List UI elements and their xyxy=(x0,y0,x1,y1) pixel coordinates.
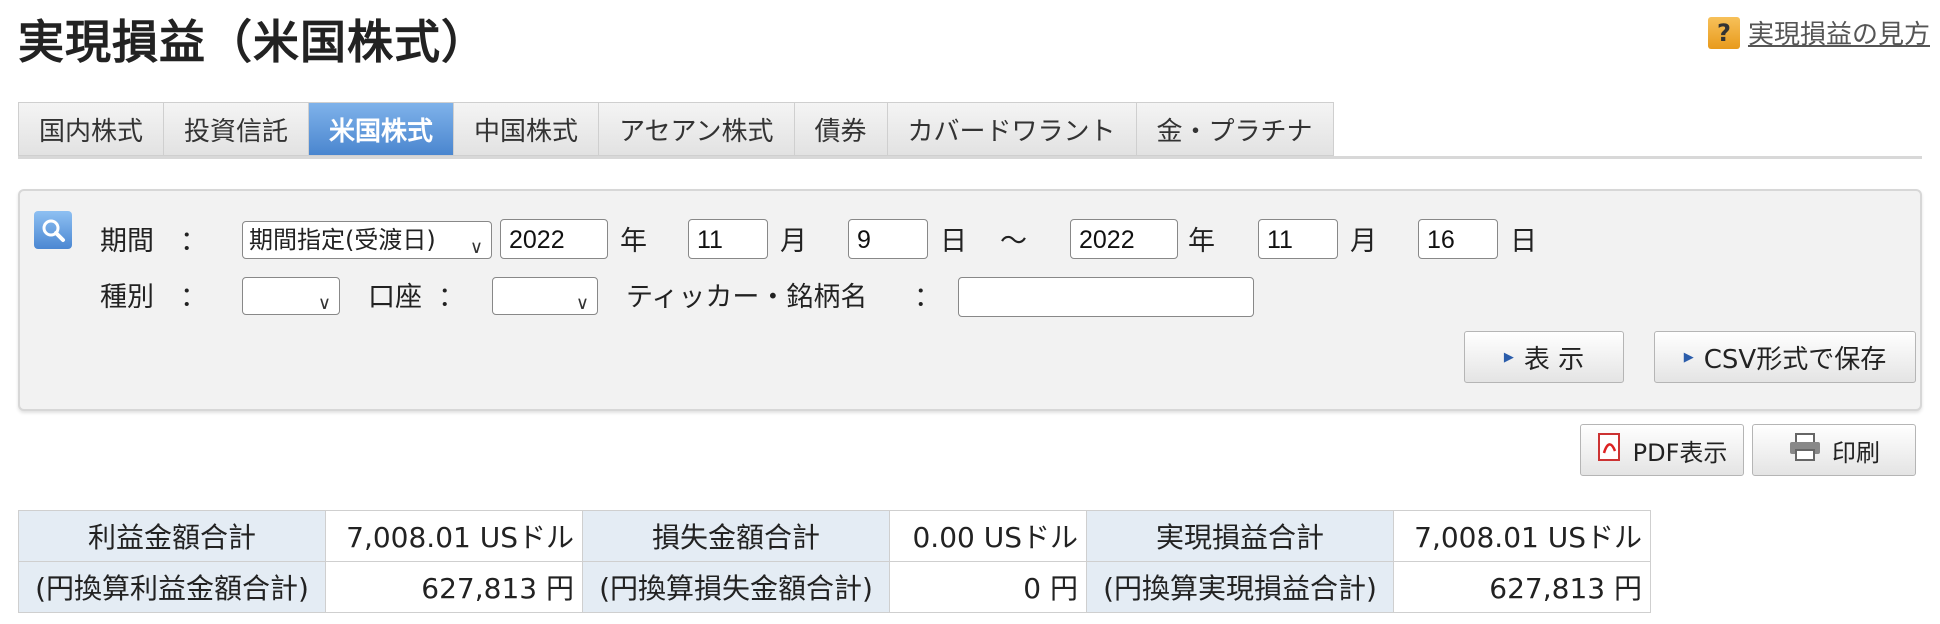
type-select[interactable]: ∨ xyxy=(242,277,340,315)
question-icon[interactable]: ? xyxy=(1707,16,1740,49)
realized-total-value: 7,008.01 USドル xyxy=(1393,510,1651,562)
loss-total-label: 損失金額合計 xyxy=(582,510,890,562)
type-label: 種別 xyxy=(100,282,154,313)
tab-gold-platinum[interactable]: 金・プラチナ xyxy=(1135,102,1334,156)
table-row: 利益金額合計 7,008.01 USドル 損失金額合計 0.00 USドル 実現… xyxy=(18,510,1651,562)
triangle-right-icon: ▶ xyxy=(1503,349,1514,365)
to-day-input[interactable]: 16 xyxy=(1418,219,1498,259)
tab-us-stock[interactable]: 米国株式 xyxy=(308,102,454,156)
to-month-input[interactable]: 11 xyxy=(1258,219,1338,259)
realized-yen-label: (円換算実現損益合計) xyxy=(1086,561,1394,613)
pdf-button[interactable]: PDF表示 xyxy=(1580,424,1744,476)
tab-domestic-stock[interactable]: 国内株式 xyxy=(18,102,164,156)
from-month-unit: 月 xyxy=(780,226,807,257)
help-link-group[interactable]: ? 実現損益の見方 xyxy=(1707,14,1930,51)
chevron-down-icon: ∨ xyxy=(317,293,331,314)
profit-total-label: 利益金額合計 xyxy=(18,510,326,562)
to-day-unit: 日 xyxy=(1510,226,1537,257)
from-month-input[interactable]: 11 xyxy=(688,219,768,259)
search-icon xyxy=(34,211,72,249)
chevron-down-icon: ∨ xyxy=(469,237,483,258)
market-tabs: 国内株式 投資信託 米国株式 中国株式 アセアン株式 債券 カバードワラント 金… xyxy=(18,102,1922,159)
from-day-input[interactable]: 9 xyxy=(848,219,928,259)
to-month-unit: 月 xyxy=(1350,226,1377,257)
show-button-label: 表 示 xyxy=(1523,344,1585,375)
print-button[interactable]: 印刷 xyxy=(1752,424,1916,476)
loss-total-value: 0.00 USドル xyxy=(889,510,1087,562)
ticker-label: ティッカー・銘柄名 xyxy=(626,282,868,313)
ticker-colon: ： xyxy=(914,282,941,313)
profit-total-value: 7,008.01 USドル xyxy=(325,510,583,562)
period-type-value: 期間指定(受渡日) xyxy=(249,226,436,254)
csv-save-button[interactable]: ▶ CSV形式で保存 xyxy=(1654,331,1916,383)
tab-asean-stock[interactable]: アセアン株式 xyxy=(598,102,794,156)
tab-covered-warrant[interactable]: カバードワラント xyxy=(886,102,1136,156)
to-year-input[interactable]: 2022 xyxy=(1070,219,1178,259)
triangle-right-icon: ▶ xyxy=(1683,349,1694,365)
tab-china-stock[interactable]: 中国株式 xyxy=(453,102,599,156)
period-colon: ： xyxy=(180,226,207,257)
from-day-unit: 日 xyxy=(940,226,967,257)
from-year-unit: 年 xyxy=(620,226,647,257)
page-title: 実現損益（米国株式） xyxy=(18,15,488,69)
pdf-icon xyxy=(1597,433,1623,467)
range-tilde: 〜 xyxy=(1000,226,1027,257)
search-panel: 期間 ： 期間指定(受渡日) ∨ 2022 年 11 月 9 日 〜 2022 … xyxy=(18,189,1922,411)
csv-save-button-label: CSV形式で保存 xyxy=(1703,344,1887,375)
account-colon: ： xyxy=(438,282,465,313)
period-label: 期間 xyxy=(100,226,154,257)
realized-total-label: 実現損益合計 xyxy=(1086,510,1394,562)
tab-bond[interactable]: 債券 xyxy=(793,102,887,156)
period-type-select[interactable]: 期間指定(受渡日) ∨ xyxy=(242,221,492,259)
ticker-input[interactable] xyxy=(958,277,1254,317)
from-year-input[interactable]: 2022 xyxy=(500,219,608,259)
account-label: 口座 xyxy=(368,282,422,313)
to-year-unit: 年 xyxy=(1188,226,1215,257)
realized-yen-value: 627,813 円 xyxy=(1393,561,1651,613)
pdf-button-label: PDF表示 xyxy=(1632,438,1728,467)
printer-icon xyxy=(1788,433,1822,467)
table-row: (円換算利益金額合計) 627,813 円 (円換算損失金額合計) 0 円 (円… xyxy=(18,561,1651,613)
chevron-down-icon: ∨ xyxy=(575,293,589,314)
help-link[interactable]: 実現損益の見方 xyxy=(1748,14,1930,51)
summary-table: 利益金額合計 7,008.01 USドル 損失金額合計 0.00 USドル 実現… xyxy=(18,510,1651,613)
tab-investment-trust[interactable]: 投資信託 xyxy=(163,102,309,156)
profit-yen-value: 627,813 円 xyxy=(325,561,583,613)
account-select[interactable]: ∨ xyxy=(492,277,598,315)
loss-yen-value: 0 円 xyxy=(889,561,1087,613)
type-colon: ： xyxy=(180,282,207,313)
print-button-label: 印刷 xyxy=(1832,438,1880,467)
loss-yen-label: (円換算損失金額合計) xyxy=(582,561,890,613)
show-button[interactable]: ▶ 表 示 xyxy=(1464,331,1624,383)
profit-yen-label: (円換算利益金額合計) xyxy=(18,561,326,613)
